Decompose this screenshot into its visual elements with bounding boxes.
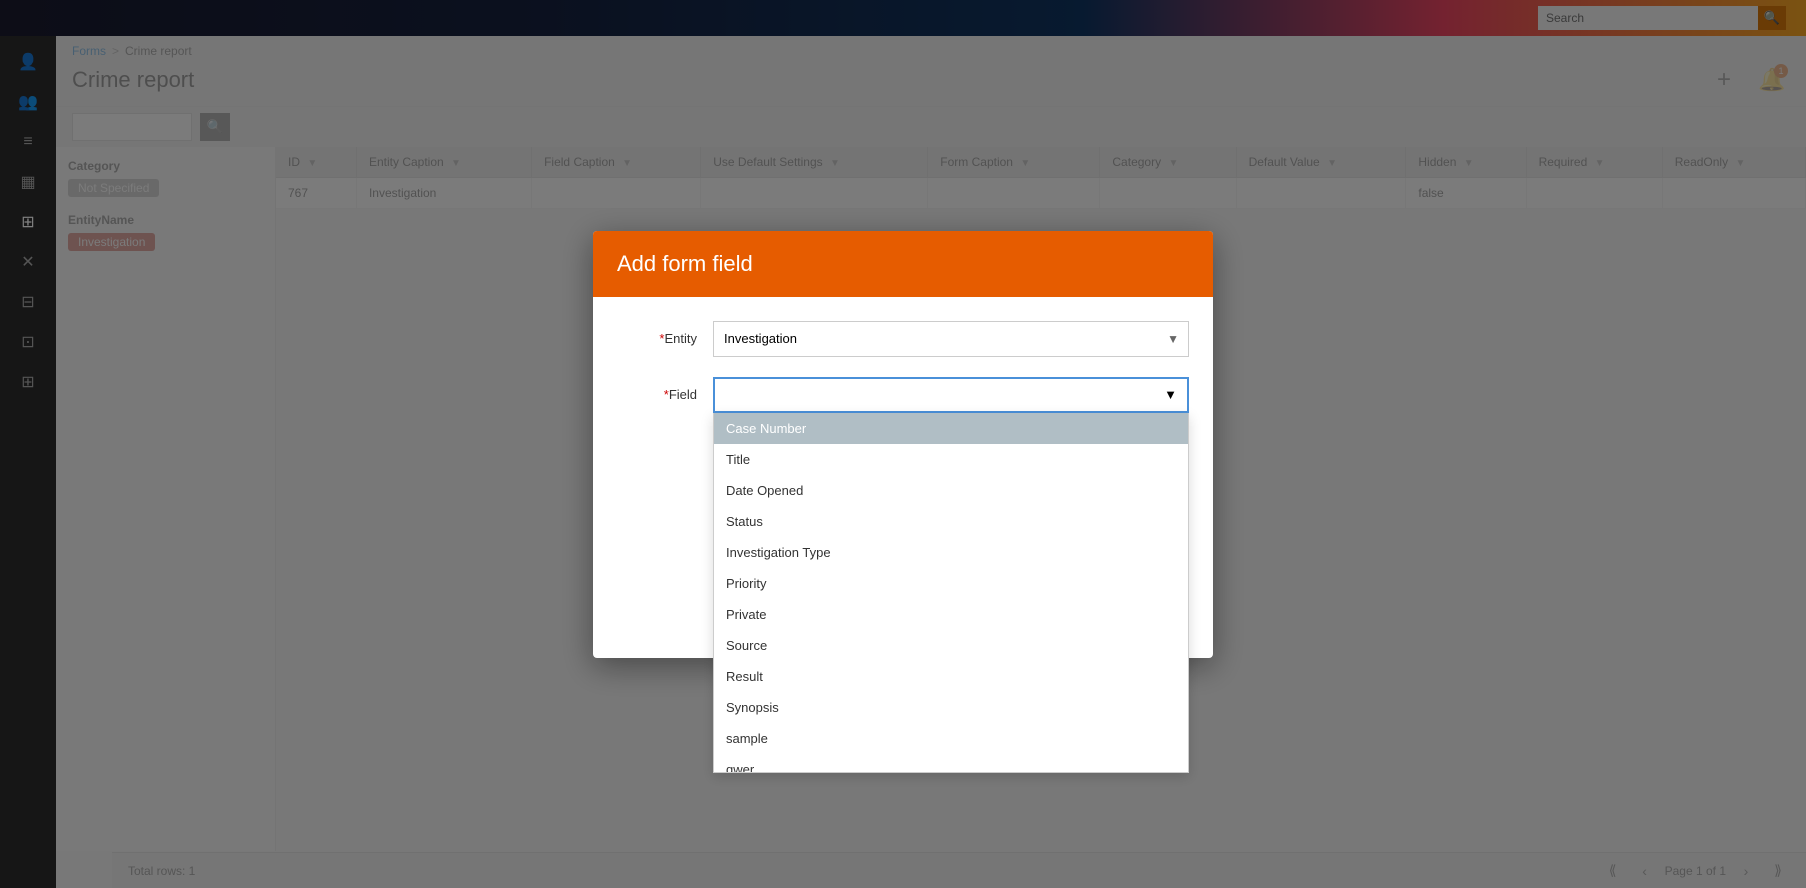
entity-label: *Entity (617, 331, 697, 346)
dropdown-item-8[interactable]: Result (714, 661, 1188, 692)
dropdown-item-0[interactable]: Case Number (714, 413, 1188, 444)
dropdown-item-3[interactable]: Status (714, 506, 1188, 537)
dropdown-item-1[interactable]: Title (714, 444, 1188, 475)
field-form-row: *Field ▼ Case Number Title Date Opened S… (617, 377, 1189, 413)
dropdown-item-5[interactable]: Priority (714, 568, 1188, 599)
field-dropdown-list: Case Number Title Date Opened Status Inv… (713, 413, 1189, 773)
field-label-text: Field (669, 387, 697, 402)
modal-backdrop: Add form field *Entity Investigation ▼ (0, 0, 1806, 888)
dropdown-item-10[interactable]: sample (714, 723, 1188, 754)
modal-body: *Entity Investigation ▼ *Field ▼ (593, 297, 1213, 597)
add-form-field-modal: Add form field *Entity Investigation ▼ (593, 231, 1213, 658)
field-chevron-icon: ▼ (1164, 387, 1177, 402)
field-label: *Field (617, 387, 697, 402)
field-select-wrapper: ▼ Case Number Title Date Opened Status I… (713, 377, 1189, 413)
dropdown-item-11[interactable]: qwer (714, 754, 1188, 773)
entity-select-wrapper: Investigation ▼ (713, 321, 1189, 357)
dropdown-item-9[interactable]: Synopsis (714, 692, 1188, 723)
entity-select[interactable]: Investigation (713, 321, 1189, 357)
dropdown-item-6[interactable]: Private (714, 599, 1188, 630)
entity-label-text: Entity (664, 331, 697, 346)
field-select-button[interactable]: ▼ (713, 377, 1189, 413)
entity-form-row: *Entity Investigation ▼ (617, 321, 1189, 357)
dropdown-item-7[interactable]: Source (714, 630, 1188, 661)
modal-title: Add form field (617, 251, 1189, 277)
dropdown-item-2[interactable]: Date Opened (714, 475, 1188, 506)
modal-header: Add form field (593, 231, 1213, 297)
dropdown-item-4[interactable]: Investigation Type (714, 537, 1188, 568)
